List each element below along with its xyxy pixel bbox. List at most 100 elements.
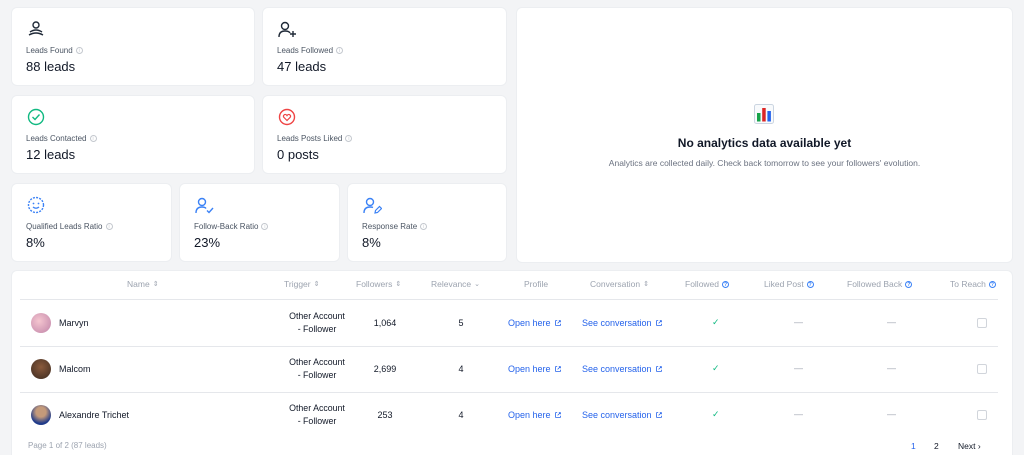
info-icon[interactable]: i: [261, 223, 269, 230]
followed-check-icon: ✓: [712, 317, 720, 327]
external-link-icon: [554, 366, 561, 372]
column-header-liked-post: Liked Post?: [764, 279, 814, 289]
avatar: [31, 405, 51, 425]
trigger-cell: Other Account - Follower: [289, 357, 345, 380]
sort-desc-icon: ⌄: [474, 281, 481, 288]
user-check-icon: [195, 197, 214, 214]
help-icon[interactable]: ?: [905, 280, 913, 288]
next-page-button[interactable]: Next ›: [958, 441, 981, 451]
info-icon[interactable]: i: [336, 47, 344, 54]
table-row: Malcom Other Account - Follower 2,699 4 O…: [12, 346, 1012, 392]
stat-value: 0 posts: [277, 147, 319, 162]
sort-icon: ⇕: [643, 281, 649, 288]
liked-post-cell: —: [794, 317, 803, 327]
liked-post-cell: —: [794, 363, 803, 373]
analytics-empty-subtitle: Analytics are collected daily. Check bac…: [608, 158, 921, 168]
stat-label: Leads Followed i: [277, 46, 344, 55]
column-header-profile: Profile: [524, 279, 549, 289]
stat-card-leads-found: Leads Found i 88 leads: [11, 7, 255, 86]
pagination-info: Page 1 of 2 (87 leads): [28, 441, 107, 450]
followed-check-icon: ✓: [712, 363, 720, 373]
followed-back-cell: —: [887, 363, 896, 373]
liked-post-cell: —: [794, 409, 803, 419]
stat-card-leads-posts-liked: Leads Posts Liked i 0 posts: [262, 95, 507, 174]
stat-label: Leads Contacted i: [26, 134, 97, 143]
external-link-icon: [554, 320, 561, 326]
relevance-cell: 5: [458, 318, 464, 328]
followers-cell: 2,699: [373, 364, 397, 374]
column-header-followed: Followed?: [685, 279, 730, 289]
trigger-cell: Other Account - Follower: [289, 403, 345, 426]
stat-card-qualified-leads-ratio: Qualified Leads Ratio i 8%: [11, 183, 172, 262]
see-conversation-link[interactable]: See conversation: [582, 410, 663, 420]
avatar: [31, 359, 51, 379]
sort-icon: ⇕: [313, 281, 320, 288]
chevron-right-icon: ›: [977, 441, 981, 451]
help-icon[interactable]: ?: [722, 280, 730, 288]
user-plus-icon: [278, 21, 296, 38]
to-reach-checkbox[interactable]: [977, 364, 987, 374]
stat-value: 88 leads: [26, 59, 76, 74]
trigger-cell: Other Account - Follower: [289, 311, 345, 334]
info-icon[interactable]: i: [89, 135, 97, 142]
external-link-icon: [554, 412, 561, 418]
to-reach-checkbox[interactable]: [977, 318, 987, 328]
column-header-followers[interactable]: Followers ⇕: [356, 279, 401, 289]
open-profile-link[interactable]: Open here: [508, 410, 562, 420]
stat-card-response-rate: Response Rate i 8%: [347, 183, 507, 262]
lead-name: Alexandre Trichet: [59, 410, 130, 420]
page-2-button[interactable]: 2: [934, 441, 939, 451]
column-header-name[interactable]: Name ⇕: [127, 279, 159, 289]
column-header-followed-back: Followed Back?: [847, 279, 913, 289]
analytics-empty-title: No analytics data available yet: [677, 136, 852, 150]
relevance-cell: 4: [458, 364, 464, 374]
check-circle-icon: [27, 108, 45, 126]
followed-back-cell: —: [887, 317, 896, 327]
column-header-to-reach: To Reach?: [950, 279, 996, 289]
to-reach-checkbox[interactable]: [977, 410, 987, 420]
leads-found-icon: [28, 21, 44, 36]
open-profile-link[interactable]: Open here: [508, 364, 562, 374]
open-profile-link[interactable]: Open here: [508, 318, 562, 328]
column-header-relevance[interactable]: Relevance ⌄: [431, 279, 480, 289]
column-header-trigger[interactable]: Trigger ⇕: [284, 279, 319, 289]
stat-value: 12 leads: [26, 147, 76, 162]
info-icon[interactable]: i: [75, 47, 83, 54]
stat-card-leads-followed: Leads Followed i 47 leads: [262, 7, 507, 86]
followed-back-cell: —: [887, 409, 896, 419]
info-icon[interactable]: i: [345, 135, 353, 142]
stat-label: Follow-Back Ratio i: [194, 222, 269, 231]
avatar: [31, 313, 51, 333]
external-link-icon: [655, 366, 662, 372]
stat-value: 8%: [26, 235, 45, 250]
stat-value: 23%: [194, 235, 221, 250]
stat-value: 8%: [362, 235, 381, 250]
see-conversation-link[interactable]: See conversation: [582, 364, 663, 374]
column-header-conversation[interactable]: Conversation ⇕: [590, 279, 649, 289]
sort-icon: ⇕: [395, 281, 402, 288]
stat-label: Leads Found i: [26, 46, 83, 55]
relevance-cell: 4: [458, 410, 464, 420]
see-conversation-link[interactable]: See conversation: [582, 318, 663, 328]
stat-card-leads-contacted: Leads Contacted i 12 leads: [11, 95, 255, 174]
page-1-button[interactable]: 1: [911, 441, 916, 451]
table-row: Alexandre Trichet Other Account - Followe…: [12, 392, 1012, 438]
lead-name: Malcom: [59, 364, 91, 374]
followers-cell: 1,064: [373, 318, 397, 328]
heart-icon: [278, 108, 296, 126]
info-icon[interactable]: i: [105, 223, 113, 230]
help-icon[interactable]: ?: [988, 280, 996, 288]
stat-label: Response Rate i: [362, 222, 428, 231]
sort-icon: ⇕: [152, 281, 159, 288]
info-icon[interactable]: i: [420, 223, 428, 230]
analytics-empty-panel: No analytics data available yet Analytic…: [516, 7, 1013, 263]
external-link-icon: [655, 320, 662, 326]
lead-name: Marvyn: [59, 318, 89, 328]
stat-label: Leads Posts Liked i: [277, 134, 353, 143]
followed-check-icon: ✓: [712, 409, 720, 419]
leads-table: Name ⇕ Trigger ⇕ Followers ⇕ Relevance ⌄ Pro…: [11, 270, 1013, 455]
external-link-icon: [655, 412, 662, 418]
stat-label: Qualified Leads Ratio i: [26, 222, 113, 231]
help-icon[interactable]: ?: [806, 280, 814, 288]
smile-icon: [27, 196, 45, 214]
